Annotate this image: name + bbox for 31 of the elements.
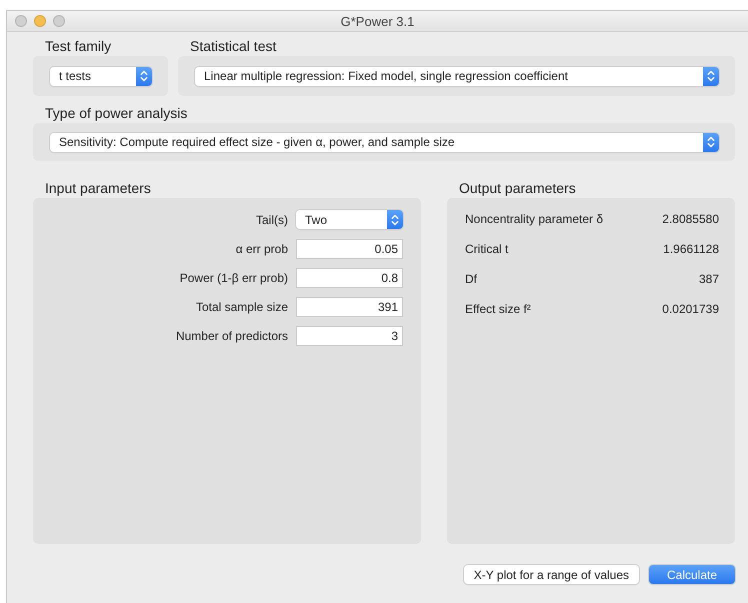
- output-label: Effect size f²: [465, 302, 531, 316]
- output-value: 387: [698, 272, 719, 286]
- input-field[interactable]: 3: [296, 326, 403, 346]
- minimize-icon[interactable]: [34, 15, 46, 27]
- section-label: Type of power analysis: [44, 104, 188, 123]
- input-field[interactable]: 391: [296, 296, 403, 316]
- section-label: Input parameters: [44, 179, 151, 198]
- input-field[interactable]: 0.05: [296, 238, 403, 258]
- field-label: Power (1-β err prob): [178, 270, 288, 284]
- dropdown[interactable]: t tests: [50, 66, 152, 86]
- section-label: Statistical test: [189, 37, 276, 56]
- window-title: G*Power 3.1: [340, 14, 416, 28]
- section-label: Test family: [44, 37, 112, 56]
- plot-button[interactable]: X-Y plot for a range of values: [464, 565, 639, 584]
- dropdown[interactable]: Sensitivity: Compute required effect size - given α, power, and sample size: [50, 132, 719, 152]
- field-label: Total sample size: [194, 300, 288, 314]
- field-label: α err prob: [234, 242, 288, 256]
- dropdown[interactable]: Linear multiple regression: Fixed model, single regression coefficient: [195, 66, 719, 86]
- output-value: 1.9661128: [663, 242, 719, 256]
- output-value: 2.8085580: [662, 212, 719, 226]
- dropdown[interactable]: Two: [296, 210, 403, 229]
- field-label: Tail(s): [255, 212, 288, 226]
- output-label: Df: [465, 272, 477, 286]
- output-value: 0.0201739: [662, 302, 719, 316]
- close-icon[interactable]: [15, 15, 27, 27]
- output-label: Noncentrality parameter δ: [465, 212, 604, 226]
- output-label: Critical t: [465, 242, 508, 256]
- section-label: Output parameters: [458, 179, 576, 198]
- field-label: Number of predictors: [174, 328, 288, 342]
- zoom-icon[interactable]: [53, 15, 65, 27]
- input-field[interactable]: 0.8: [296, 268, 403, 288]
